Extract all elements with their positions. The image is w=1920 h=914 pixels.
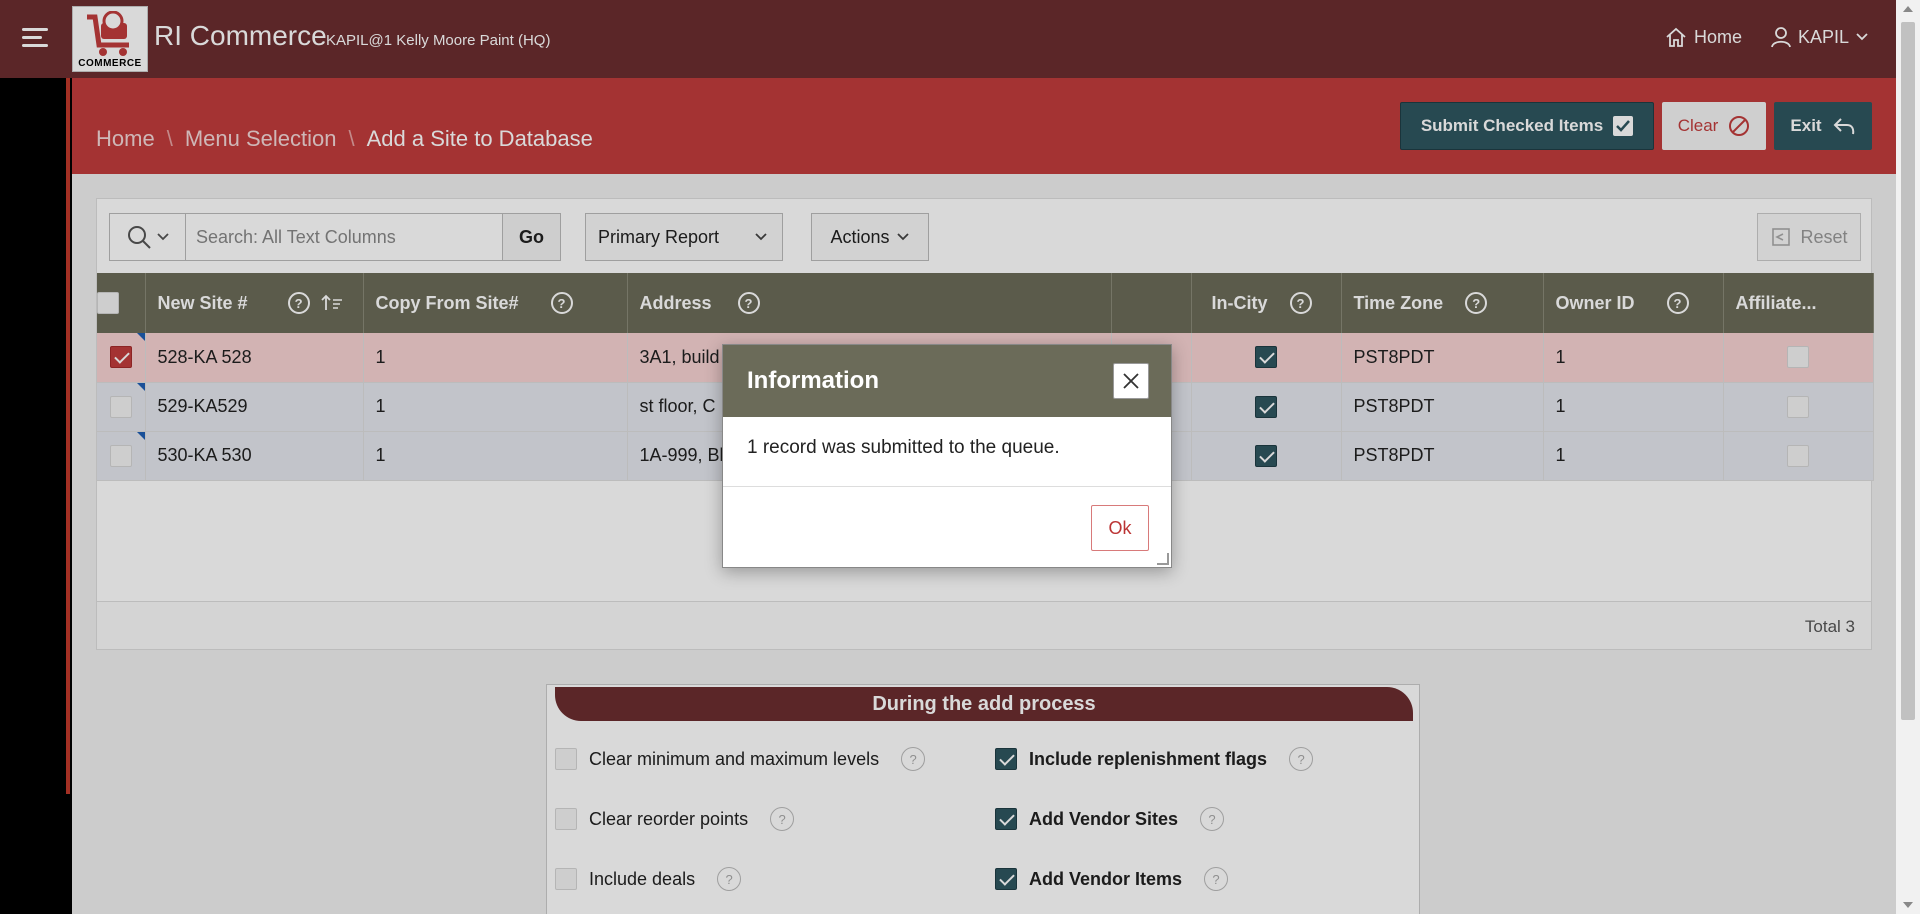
scroll-thumb[interactable] (1901, 22, 1915, 720)
dialog-footer: Ok (723, 487, 1171, 567)
scroll-up-arrow-icon[interactable] (1903, 6, 1913, 12)
resize-handle-icon[interactable] (1157, 553, 1169, 565)
information-dialog: Information 1 record was submitted to th… (722, 344, 1172, 568)
dialog-title: Information (747, 367, 879, 394)
scroll-down-arrow-icon[interactable] (1903, 902, 1913, 908)
ok-button[interactable]: Ok (1091, 505, 1149, 551)
page-scrollbar[interactable] (1896, 0, 1920, 914)
dialog-message: 1 record was submitted to the queue. (723, 417, 1171, 487)
dialog-close-button[interactable] (1113, 363, 1149, 399)
dialog-header: Information (723, 345, 1171, 417)
close-icon (1123, 373, 1139, 389)
